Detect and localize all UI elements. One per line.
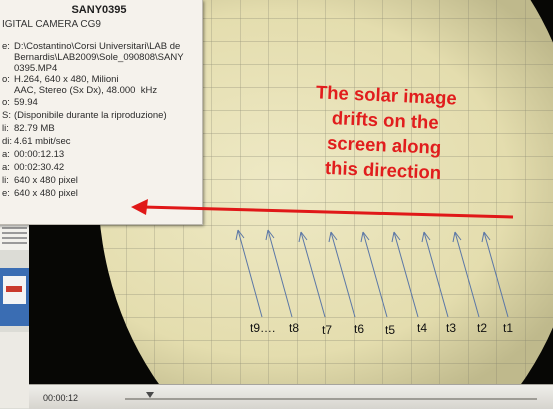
- time-label-t6: t6: [354, 322, 365, 336]
- video-window: SANY0395 IGITAL CAMERA CG9 e: D:\Costanti…: [0, 0, 553, 409]
- time-label-t4: t4: [417, 321, 428, 335]
- current-time-display: 00:00:12: [43, 393, 79, 403]
- seek-handle[interactable]: [145, 392, 154, 398]
- drift-annotation: [131, 199, 514, 318]
- time-label-t1: t1: [503, 321, 514, 335]
- playback-controls: 00:00:12: [29, 384, 553, 409]
- drift-lines: [235, 229, 509, 318]
- time-label-t3: t3: [446, 321, 457, 335]
- time-label-t7: t7: [322, 323, 333, 337]
- drift-direction-arrow: [131, 199, 514, 219]
- time-label-t9: t9….: [250, 321, 276, 335]
- time-label-t2: t2: [477, 321, 488, 335]
- seek-bar[interactable]: [125, 398, 537, 400]
- time-label-t5: t5: [385, 323, 396, 337]
- drift-annotation-text: The solar image drifts on the screen alo…: [315, 81, 458, 183]
- time-label-t8: t8: [289, 321, 300, 335]
